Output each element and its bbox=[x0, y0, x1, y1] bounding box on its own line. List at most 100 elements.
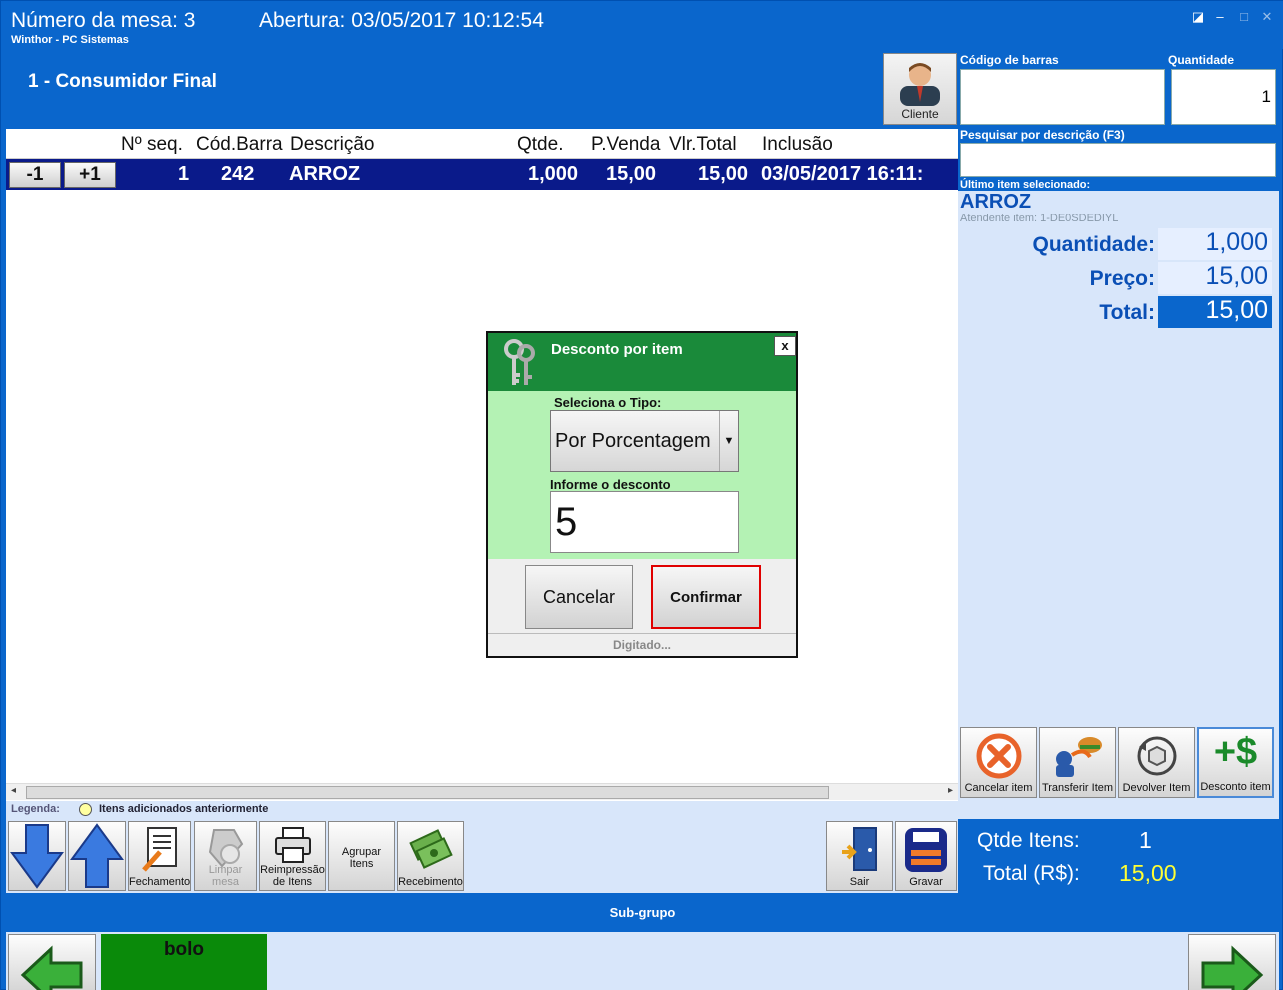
discount-dialog: Desconto por item x Seleciona o Tipo: Po… bbox=[486, 331, 798, 658]
dialog-status: Digitado... bbox=[488, 633, 796, 656]
restore-icon[interactable]: ◪ bbox=[1191, 10, 1205, 24]
table-row[interactable]: -1 +1 1 242 ARROZ 1,000 15,00 15,00 03/0… bbox=[6, 159, 958, 190]
subgroup-bar: Sub-grupo bbox=[6, 894, 1279, 932]
right-panel: Código de barras Quantidade 1 Pesquisar … bbox=[958, 49, 1279, 891]
app-subtitle: Winthor - PC Sistemas bbox=[11, 34, 129, 46]
col-seq[interactable]: Nº seq. bbox=[121, 134, 183, 156]
quantidade-label: Quantidade: bbox=[1032, 233, 1155, 256]
dialog-body: Seleciona o Tipo: Por Porcentagem ▼ Info… bbox=[488, 391, 796, 559]
quantidade-value: 1,000 bbox=[1158, 228, 1272, 260]
desconto-input[interactable]: 5 bbox=[550, 491, 739, 553]
qtde-itens-value: 1 bbox=[1139, 827, 1152, 853]
reimpressao-button[interactable]: Reimpressão de Itens bbox=[259, 821, 326, 891]
recebimento-button[interactable]: Recebimento bbox=[397, 821, 464, 891]
category-prev-button[interactable] bbox=[8, 934, 96, 990]
limpar-mesa-button[interactable]: Limpar mesa bbox=[194, 821, 257, 891]
qtde-itens-label: Qtde Itens: bbox=[977, 829, 1080, 852]
dialog-header: Desconto por item x bbox=[488, 333, 796, 391]
preco-label: Preço: bbox=[1089, 267, 1155, 290]
horizontal-scrollbar[interactable]: ◂ ▸ bbox=[6, 783, 958, 800]
cancel-circle-icon bbox=[976, 733, 1021, 779]
last-item-section: Último item selecionado: ARROZ Atendente… bbox=[958, 179, 1279, 329]
category-item-bolo[interactable]: bolo bbox=[101, 934, 267, 990]
client-header: 1 - Consumidor Final Cliente bbox=[6, 49, 957, 127]
document-pen-icon bbox=[141, 827, 177, 872]
transfer-icon bbox=[1055, 737, 1102, 777]
person-icon bbox=[900, 63, 940, 106]
cell-barcode: 242 bbox=[221, 163, 255, 185]
total-rs-label: Total (R$): bbox=[983, 862, 1080, 885]
scroll-down-button[interactable] bbox=[8, 821, 66, 891]
barcode-label: Código de barras bbox=[960, 53, 1059, 67]
money-icon bbox=[408, 829, 453, 869]
grid-header: Nº seq. Cód.Barra Descrição Qtde. P.Vend… bbox=[6, 129, 958, 159]
title-bar: Número da mesa: 3 Abertura: 03/05/2017 1… bbox=[1, 1, 1283, 49]
confirm-button[interactable]: Confirmar bbox=[651, 565, 761, 629]
arrow-right-icon bbox=[1201, 945, 1264, 990]
barcode-input[interactable] bbox=[960, 69, 1165, 125]
return-item-button[interactable]: Devolver Item bbox=[1118, 727, 1195, 798]
scroll-right-icon[interactable]: ▸ bbox=[948, 785, 953, 796]
summary-panel: Qtde Itens: 1 Total (R$): 15,00 bbox=[958, 819, 1279, 891]
cell-price: 15,00 bbox=[606, 163, 657, 185]
client-button[interactable]: Cliente bbox=[883, 53, 957, 125]
arrow-up-icon bbox=[70, 823, 124, 888]
decrement-button[interactable]: -1 bbox=[9, 162, 61, 188]
cell-qty: 1,000 bbox=[528, 163, 579, 185]
table-number: Número da mesa: 3 bbox=[11, 9, 196, 32]
arrow-down-icon bbox=[10, 824, 64, 889]
dialog-close-button[interactable]: x bbox=[774, 336, 796, 356]
tipo-select[interactable]: Por Porcentagem ▼ bbox=[550, 410, 739, 472]
col-description[interactable]: Descrição bbox=[290, 134, 374, 156]
scroll-up-button[interactable] bbox=[68, 821, 126, 891]
minimize-icon[interactable]: – bbox=[1213, 10, 1227, 24]
last-item-label: Último item selecionado: bbox=[960, 179, 1091, 191]
dialog-title: Desconto por item bbox=[551, 341, 683, 358]
add-dollar-icon: +$ bbox=[1213, 731, 1258, 773]
col-barcode[interactable]: Cód.Barra bbox=[196, 134, 283, 156]
scroll-left-icon[interactable]: ◂ bbox=[11, 785, 16, 796]
last-item-name: ARROZ bbox=[960, 191, 1032, 213]
search-input[interactable] bbox=[960, 143, 1276, 177]
col-total[interactable]: Vlr.Total bbox=[669, 134, 737, 156]
close-window-icon[interactable]: ✕ bbox=[1260, 10, 1274, 24]
col-qty[interactable]: Qtde. bbox=[517, 134, 563, 156]
bottom-toolbar: Fechamento Limpar mesa Reimpressão de Ite… bbox=[6, 819, 958, 893]
category-next-button[interactable] bbox=[1188, 934, 1276, 990]
scrollbar-thumb[interactable] bbox=[26, 786, 829, 799]
preco-value: 15,00 bbox=[1158, 262, 1272, 294]
agrupar-itens-button[interactable]: Agrupar Itens bbox=[328, 821, 395, 891]
legend-label: Legenda: bbox=[11, 803, 60, 815]
items-grid: Nº seq. Cód.Barra Descrição Qtde. P.Vend… bbox=[6, 129, 958, 801]
increment-button[interactable]: +1 bbox=[64, 162, 116, 188]
legend-dot-icon bbox=[79, 803, 92, 816]
cancel-item-button[interactable]: Cancelar item bbox=[960, 727, 1037, 798]
transfer-item-button[interactable]: Transferir Item bbox=[1039, 727, 1116, 798]
cell-seq: 1 bbox=[178, 163, 190, 185]
col-price[interactable]: P.Venda bbox=[591, 134, 660, 156]
tipo-selected-value: Por Porcentagem bbox=[555, 430, 711, 452]
chevron-down-icon[interactable]: ▼ bbox=[719, 411, 738, 471]
fechamento-button[interactable]: Fechamento bbox=[128, 821, 191, 891]
quantity-input[interactable]: 1 bbox=[1171, 69, 1276, 125]
legend-item: Itens adicionados anteriormente bbox=[99, 803, 269, 815]
gravar-button[interactable]: Gravar bbox=[895, 821, 957, 891]
col-inclusion[interactable]: Inclusão bbox=[762, 134, 833, 156]
arrow-left-icon bbox=[20, 945, 83, 990]
desconto-label: Informe o desconto bbox=[550, 477, 671, 492]
tipo-label: Seleciona o Tipo: bbox=[554, 395, 662, 410]
opening-time: Abertura: 03/05/2017 10:12:54 bbox=[259, 9, 544, 32]
return-box-icon bbox=[1137, 736, 1176, 776]
client-button-label: Cliente bbox=[901, 107, 939, 121]
total-label: Total: bbox=[1099, 301, 1155, 324]
maximize-icon[interactable]: □ bbox=[1237, 10, 1251, 24]
total-value: 15,00 bbox=[1158, 296, 1272, 328]
save-disk-icon bbox=[905, 828, 947, 872]
discount-item-button[interactable]: +$ Desconto item bbox=[1197, 727, 1274, 798]
sair-button[interactable]: Sair bbox=[826, 821, 893, 891]
app-window: Número da mesa: 3 Abertura: 03/05/2017 1… bbox=[0, 0, 1283, 990]
cancel-button[interactable]: Cancelar bbox=[525, 565, 633, 629]
keys-icon bbox=[504, 339, 535, 385]
cell-total: 15,00 bbox=[698, 163, 749, 185]
category-bar: bolo bbox=[6, 932, 1279, 990]
